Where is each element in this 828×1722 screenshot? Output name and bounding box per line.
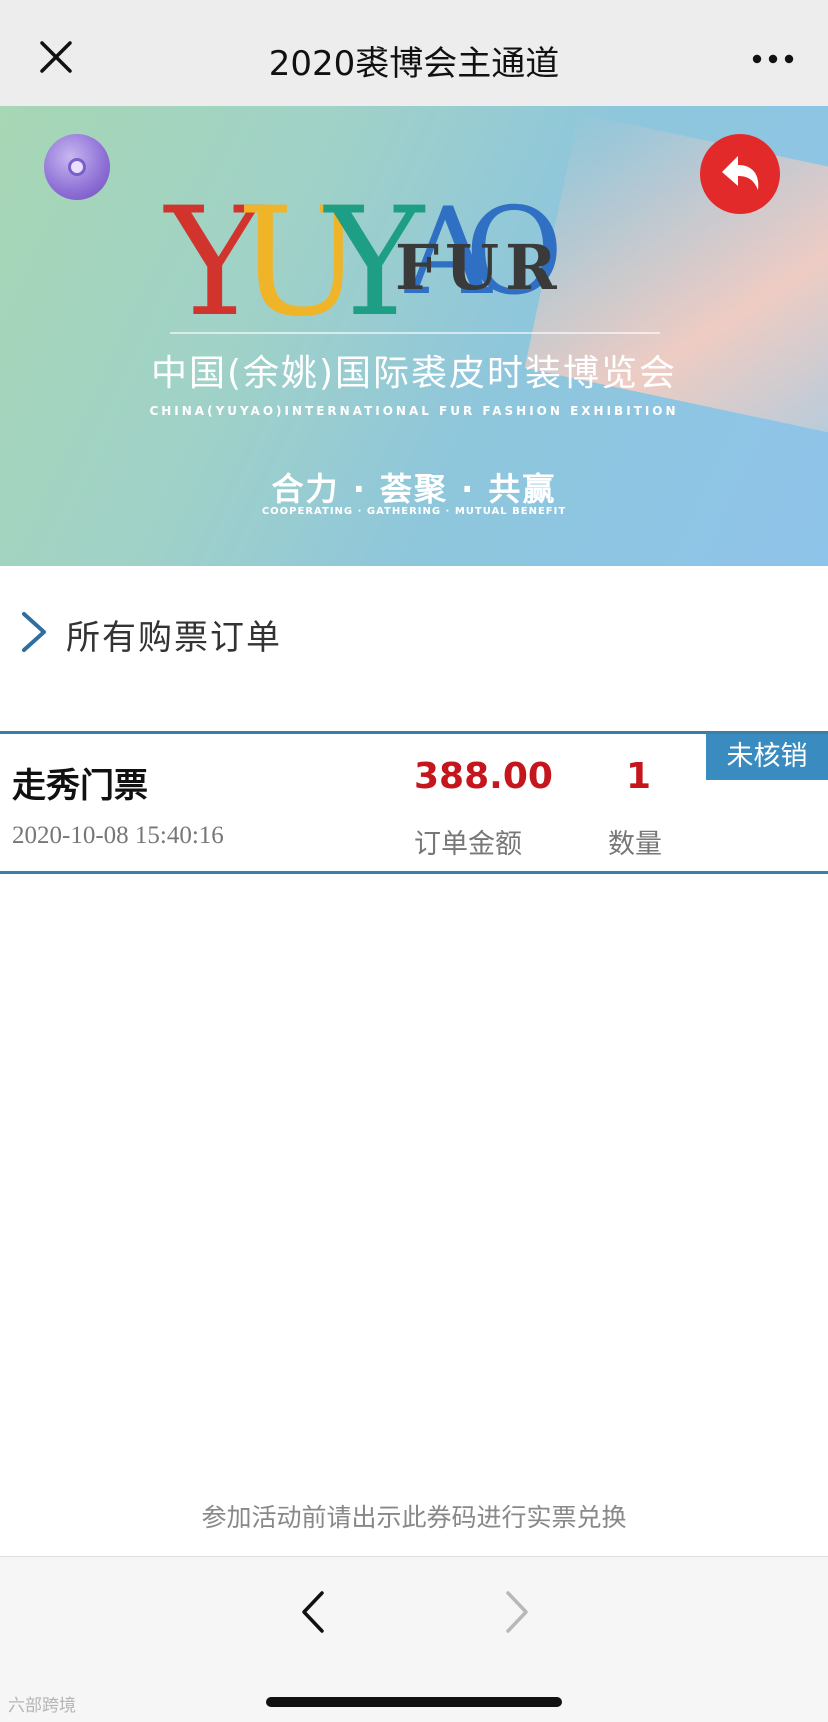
home-indicator xyxy=(266,1697,562,1707)
order-quantity: 1 xyxy=(626,756,652,797)
logo-fur-word: FUR xyxy=(395,231,563,304)
back-chevron-icon[interactable] xyxy=(292,1587,336,1637)
banner-cn-title: 中国(余姚)国际裘皮时装博览会 xyxy=(150,353,678,394)
ticket-name: 走秀门票 xyxy=(12,766,148,806)
all-orders-link[interactable]: 所有购票订单 xyxy=(0,596,828,666)
top-nav-bar: 2020裘博会主通道 xyxy=(0,0,828,106)
bottom-toolbar: 六部跨境 xyxy=(0,1556,828,1722)
order-amount: 388.00 xyxy=(414,756,553,797)
status-badge: 未核销 xyxy=(706,734,828,780)
more-icon[interactable] xyxy=(748,44,798,74)
forward-chevron-icon[interactable] xyxy=(494,1587,538,1637)
chevron-right-icon xyxy=(18,610,50,654)
watermark: 六部跨境 xyxy=(8,1696,76,1716)
back-arrow-icon[interactable] xyxy=(700,134,780,214)
redeem-hint: 参加活动前请出示此券码进行实票兑换 xyxy=(201,1503,627,1532)
order-quantity-label: 数量 xyxy=(608,829,662,860)
banner-slogan: 合力 · 荟聚 · 共赢 xyxy=(271,470,557,508)
page-title: 2020裘博会主通道 xyxy=(268,44,560,84)
order-time: 2020-10-08 15:40:16 xyxy=(12,822,224,849)
banner-en-title: CHINA(YUYAO)INTERNATIONAL FUR FASHION EX… xyxy=(149,404,679,418)
order-card[interactable]: 走秀门票 2020-10-08 15:40:16 388.00 订单金额 1 数… xyxy=(0,731,828,874)
all-orders-label: 所有购票订单 xyxy=(66,618,282,658)
event-banner: Y U Y A O FUR 中国(余姚)国际裘皮时装博览会 CHINA(YUYA… xyxy=(0,106,828,566)
music-disc-icon[interactable] xyxy=(44,134,110,200)
order-amount-label: 订单金额 xyxy=(414,829,522,860)
banner-slogan-en: COOPERATING · GATHERING · MUTUAL BENEFIT xyxy=(261,506,567,517)
